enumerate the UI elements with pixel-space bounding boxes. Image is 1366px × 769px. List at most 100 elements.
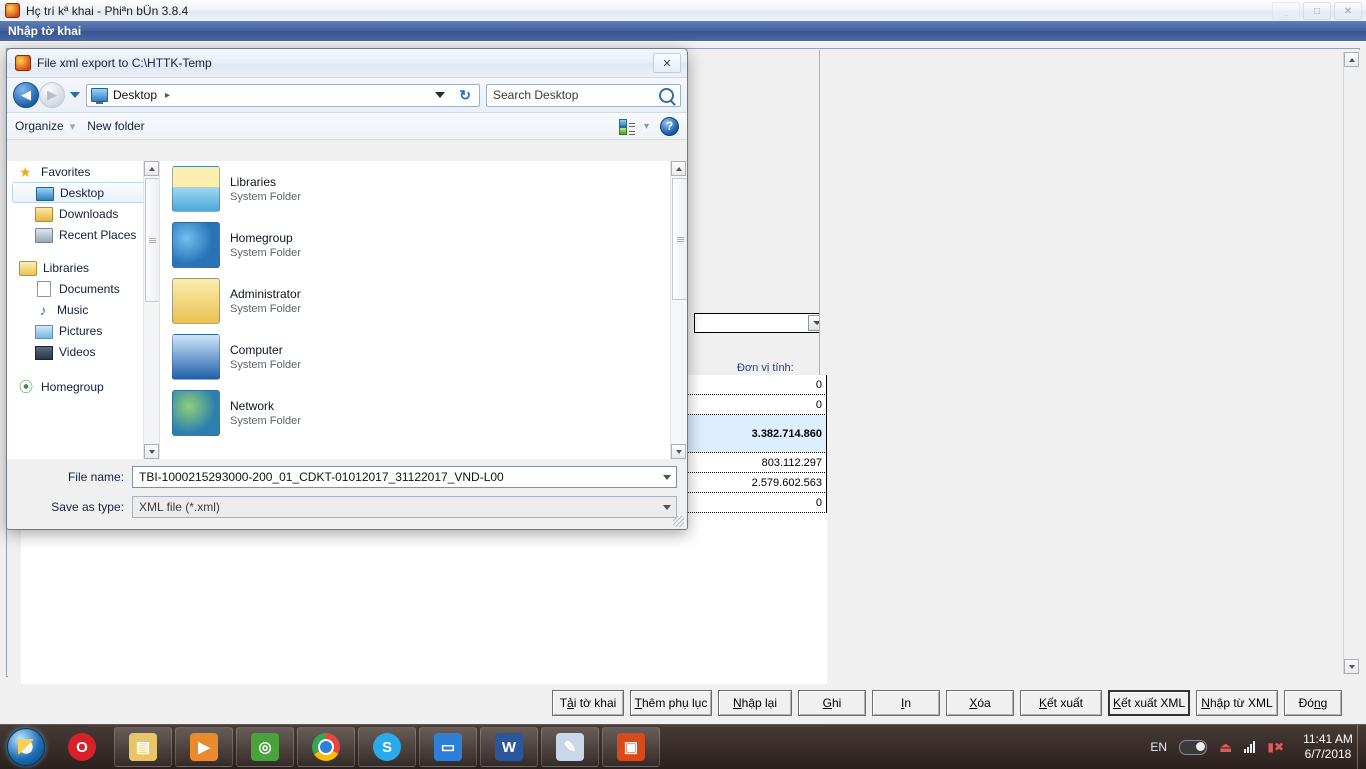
nav-item-downloads[interactable]: Downloads xyxy=(7,203,159,224)
nav-item-label: Music xyxy=(57,302,89,317)
clock[interactable]: 11:41 AM 6/7/2018 xyxy=(1296,732,1360,762)
action-button-nhập-lại[interactable]: Nhập lại xyxy=(718,690,792,716)
action-toggle[interactable] xyxy=(1179,739,1208,755)
organize-chevron-icon[interactable]: ▾ xyxy=(70,120,76,133)
language-indicator[interactable]: EN xyxy=(1150,740,1167,754)
save-type-select[interactable]: XML file (*.xml) xyxy=(132,496,677,518)
scroll-up-icon[interactable] xyxy=(1344,52,1359,67)
action-button-bar: Tải tờ khai Thêm phụ lục Nhập lại Ghi In Xóa K… xyxy=(0,684,1366,724)
breadcrumb-chevron-icon[interactable]: ▸ xyxy=(165,90,170,101)
nav-item-recent-places[interactable]: Recent Places xyxy=(7,224,159,245)
nav-item-documents[interactable]: Documents xyxy=(7,278,159,299)
action-button-kết-xuất[interactable]: Kết xuất xyxy=(1020,690,1102,716)
action-button-xóa[interactable]: Xóa xyxy=(946,690,1014,716)
action-button-thêm-phụ-lục[interactable]: Thêm phụ lục xyxy=(630,690,712,716)
httk-app-icon: ▣ xyxy=(617,733,645,761)
action-button-kết-xuất-xml[interactable]: Kết xuất XML xyxy=(1108,690,1190,716)
nav-item-favorites[interactable]: ★ Favorites xyxy=(7,161,159,182)
file-item-type: System Folder xyxy=(230,415,301,427)
nav-item-homegroup[interactable]: ⦿ Homegroup xyxy=(7,376,159,397)
file-list-pane[interactable]: Libraries System Folder Homegroup System Fo… xyxy=(159,161,687,459)
media-player-icon: ▶ xyxy=(190,733,218,761)
action-button-đóng[interactable]: Đó n g xyxy=(1284,690,1342,716)
nav-item-libraries[interactable]: Libraries xyxy=(7,257,159,278)
minimize-button[interactable]: _ xyxy=(1272,2,1300,20)
show-desktop-button[interactable] xyxy=(1357,725,1366,769)
file-list-item[interactable]: Libraries System Folder xyxy=(160,161,687,217)
address-bar[interactable]: Desktop ▸ ↻ xyxy=(86,83,480,107)
remote-desktop-icon: ▭ xyxy=(434,733,462,761)
dialog-close-button[interactable]: ✕ xyxy=(653,53,681,73)
file-list-item[interactable]: Computer System Folder xyxy=(160,329,687,385)
navigation-pane[interactable]: ★ Favorites Desktop Downloads Recent Places L… xyxy=(7,161,159,459)
form-vertical-scrollbar[interactable] xyxy=(1343,52,1359,674)
action-button-in[interactable]: In xyxy=(872,690,940,716)
back-button[interactable]: ◀ xyxy=(13,82,39,108)
network-error-icon[interactable]: ▮ ✖ xyxy=(1267,740,1284,754)
taskbar-burn-disc-icon[interactable]: ◎ xyxy=(236,727,294,767)
action-button-tải-tờ-khai[interactable]: Tải tờ khai xyxy=(552,690,624,716)
file-list-scrollbar[interactable] xyxy=(670,161,687,459)
recent-locations-icon[interactable] xyxy=(70,92,80,98)
new-folder-button[interactable]: New folder xyxy=(87,119,144,133)
cell-value-begin-of-year: 0 xyxy=(673,375,827,394)
nav-item-desktop[interactable]: Desktop xyxy=(12,182,154,203)
taskbar-chrome-icon[interactable] xyxy=(297,727,355,767)
network-signal-icon[interactable] xyxy=(1244,741,1256,753)
nav-scroll-up-icon[interactable] xyxy=(144,161,159,176)
file-name-dropdown-icon xyxy=(663,474,671,480)
file-list-item[interactable]: Administrator System Folder xyxy=(160,273,687,329)
forward-button[interactable]: ▶ xyxy=(39,82,65,108)
start-button[interactable] xyxy=(2,727,50,767)
homegroup-icon: ⦿ xyxy=(19,378,33,395)
file-list-item[interactable]: Network System Folder xyxy=(160,385,687,441)
window-controls[interactable]: _ □ ✕ xyxy=(1272,2,1362,20)
file-scroll-thumb[interactable] xyxy=(672,178,687,300)
close-button[interactable]: ✕ xyxy=(1334,2,1362,20)
refresh-icon[interactable]: ↻ xyxy=(459,87,471,104)
file-list[interactable]: Libraries System Folder Homegroup System Fo… xyxy=(160,161,687,441)
recent-places-icon xyxy=(35,228,53,243)
nav-scroll-thumb[interactable] xyxy=(145,178,159,302)
navigation-list[interactable]: ★ Favorites Desktop Downloads Recent Places L… xyxy=(7,161,159,397)
nav-item-label: Homegroup xyxy=(41,379,104,394)
action-button-nhập-từ-xml[interactable]: Nhập từ XML xyxy=(1196,690,1278,716)
action-button-ghi[interactable]: Ghi xyxy=(798,690,866,716)
period-select[interactable] xyxy=(694,313,827,333)
taskbar-app-list[interactable]: O ▤ ▶ ◎ S ▭ W ✎ ▣ xyxy=(50,727,660,767)
removable-media-icon[interactable]: ⏏ xyxy=(1219,739,1232,756)
taskbar-httk-app-icon[interactable]: ▣ xyxy=(602,727,660,767)
file-list-item[interactable]: Homegroup System Folder xyxy=(160,217,687,273)
app-title: Hç trí kª khai - Phiªn bÜn 3.8.4 xyxy=(26,3,189,18)
file-name-row: File name: TBI-1000215293000-200_01_CDKT… xyxy=(7,465,687,489)
change-view-icon[interactable] xyxy=(619,119,635,135)
navigation-scrollbar[interactable] xyxy=(143,161,159,459)
taskbar-opera-icon[interactable]: O xyxy=(53,727,111,767)
nav-scroll-down-icon[interactable] xyxy=(144,444,159,459)
taskbar-paint-icon[interactable]: ✎ xyxy=(541,727,599,767)
address-dropdown-icon[interactable] xyxy=(435,92,445,98)
search-input[interactable]: Search Desktop xyxy=(486,83,681,107)
file-scroll-down-icon[interactable] xyxy=(671,444,686,459)
view-chevron-icon[interactable]: ▾ xyxy=(644,121,649,132)
dialog-resize-grip[interactable] xyxy=(673,516,684,527)
dialog-field-area: File name: TBI-1000215293000-200_01_CDKT… xyxy=(7,459,687,529)
taskbar-file-explorer-icon[interactable]: ▤ xyxy=(114,727,172,767)
nav-item-pictures[interactable]: Pictures xyxy=(7,320,159,341)
help-icon[interactable]: ? xyxy=(660,116,679,136)
dialog-toolbar: Organize ▾ New folder ▾ ? xyxy=(7,113,687,140)
taskbar-media-player-icon[interactable]: ▶ xyxy=(175,727,233,767)
taskbar-skype-icon[interactable]: S xyxy=(358,727,416,767)
file-name-input[interactable]: TBI-1000215293000-200_01_CDKT-01012017_3… xyxy=(132,466,677,488)
downloads-icon xyxy=(35,207,53,222)
taskbar-word-icon[interactable]: W xyxy=(480,727,538,767)
maximize-button[interactable]: □ xyxy=(1303,2,1331,20)
scroll-down-icon[interactable] xyxy=(1344,659,1359,674)
nav-item-videos[interactable]: Videos xyxy=(7,341,159,362)
file-scroll-up-icon[interactable] xyxy=(671,161,686,176)
nav-item-music[interactable]: ♪ Music xyxy=(7,299,159,320)
breadcrumb-desktop[interactable]: Desktop xyxy=(113,88,157,102)
nav-item-label: Downloads xyxy=(59,206,119,221)
taskbar-remote-desktop-icon[interactable]: ▭ xyxy=(419,727,477,767)
organize-button[interactable]: Organize xyxy=(15,119,64,133)
